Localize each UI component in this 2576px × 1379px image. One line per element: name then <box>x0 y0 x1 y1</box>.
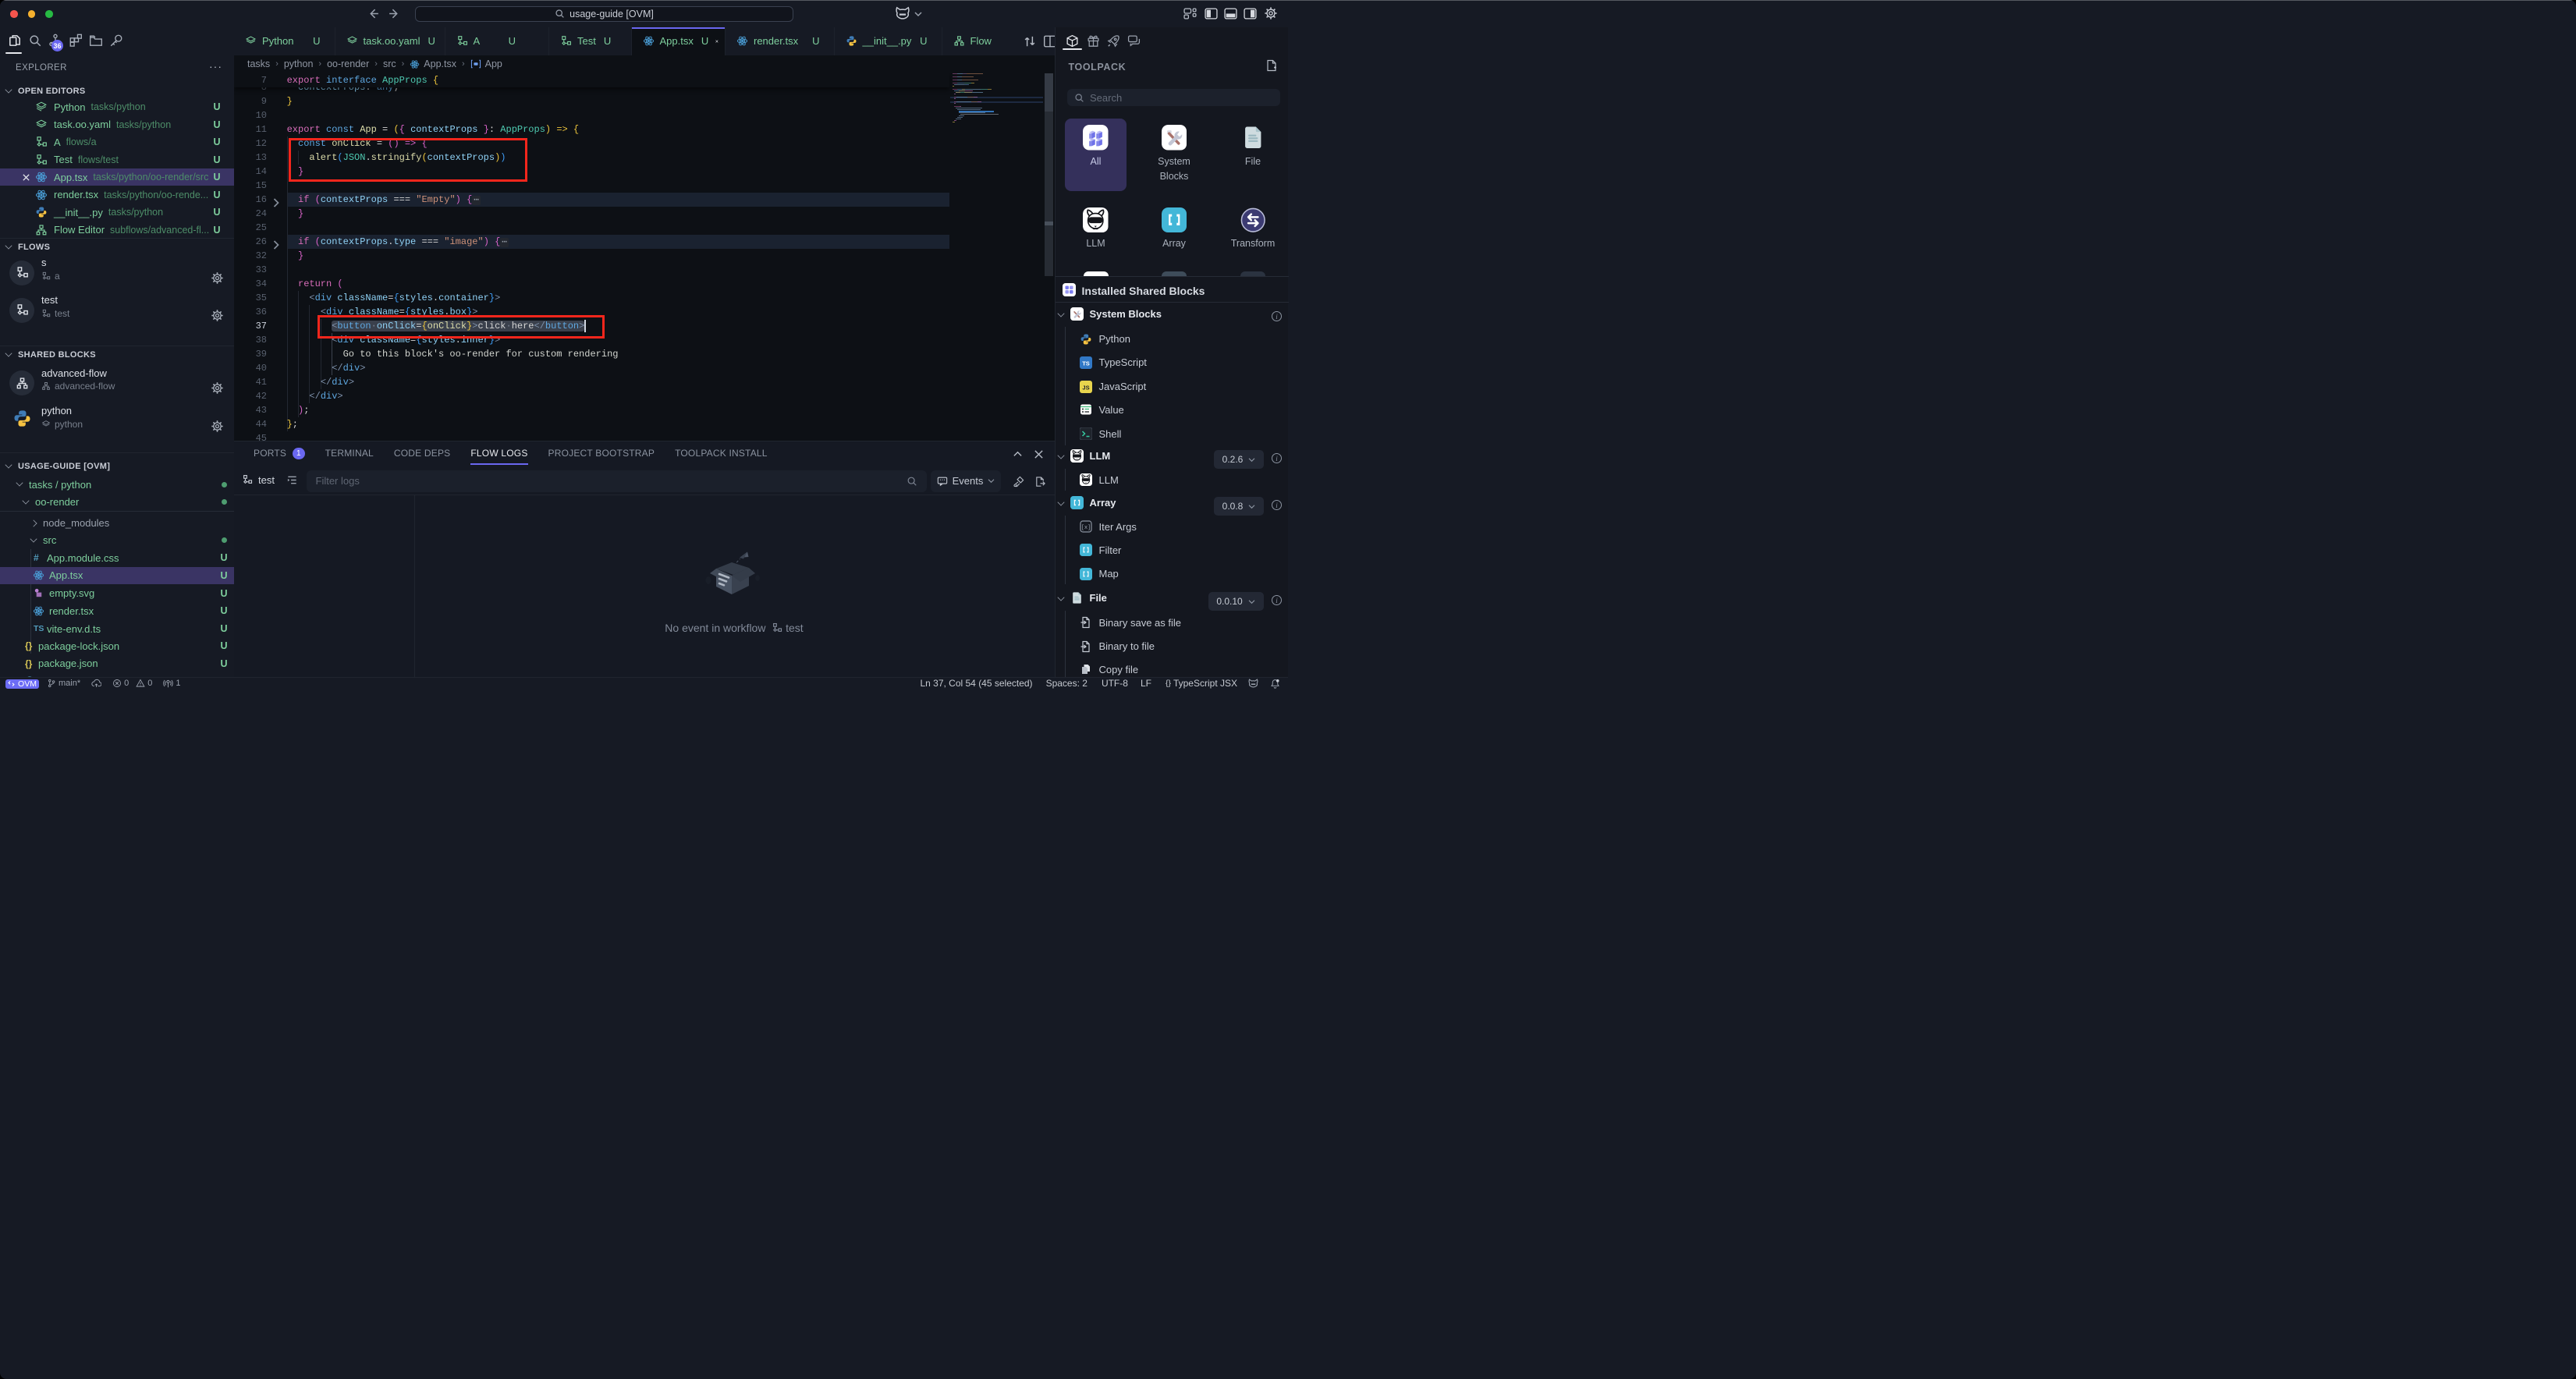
svg-text:[x]: [x] <box>1080 525 1091 531</box>
svg-text:TS: TS <box>1082 360 1090 367</box>
svg-text:JS: JS <box>1082 384 1089 391</box>
